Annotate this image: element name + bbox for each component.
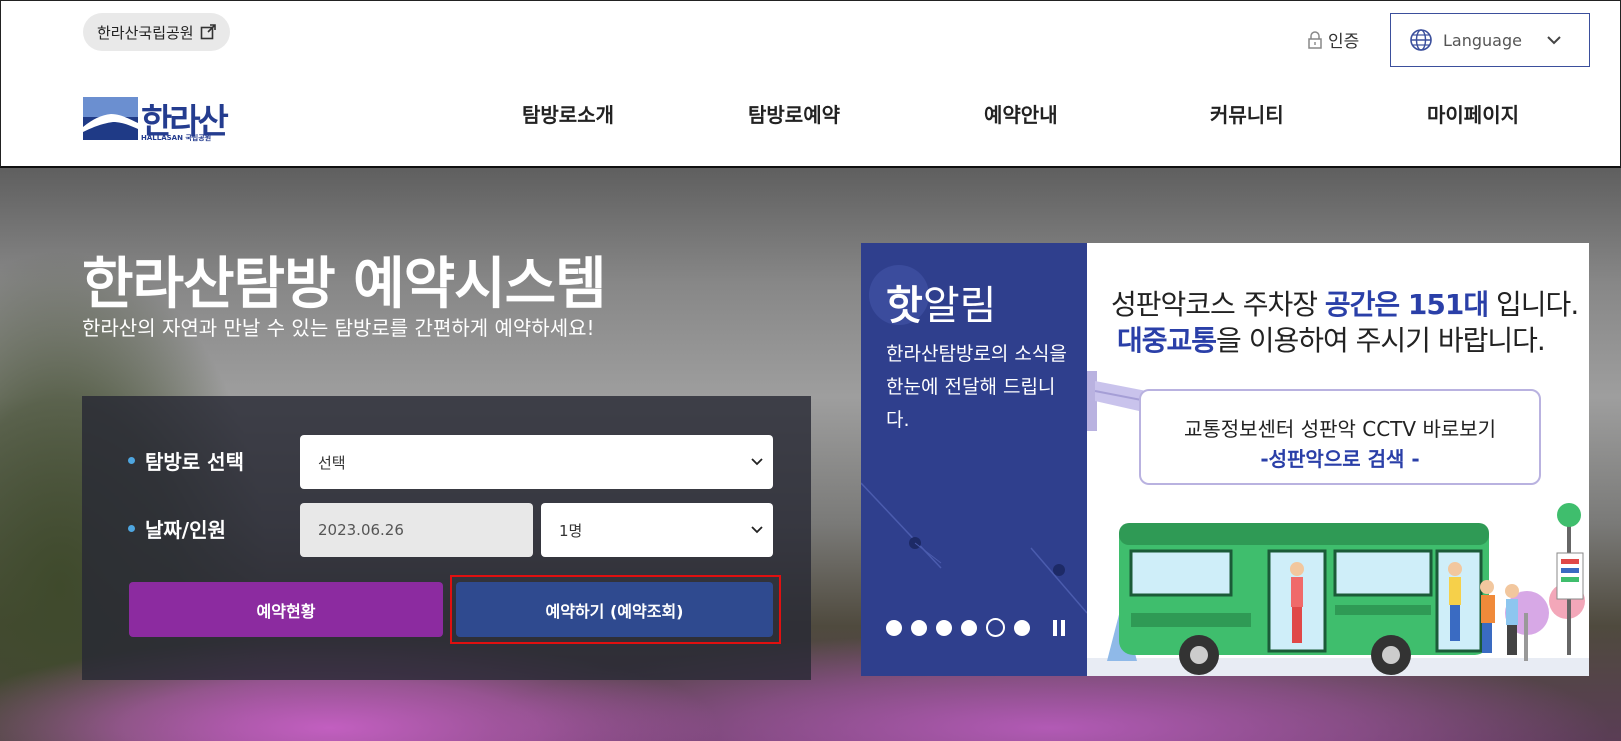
cctv-line2: -성판악으로 검색 - (1260, 447, 1420, 471)
slide-pagination (886, 618, 1065, 637)
bus-illustration-icon (1087, 503, 1589, 676)
language-select[interactable]: Language (1390, 13, 1590, 67)
nav-community[interactable]: 커뮤니티 (1210, 99, 1284, 128)
notice-banner[interactable]: 성판악코스 주차장 공간은 151대 입니다. 대중교통을 이용하여 주시기 바… (1087, 243, 1589, 676)
hallasan-park-link[interactable]: 한라산국립공원 (83, 13, 230, 51)
date-people-label: 날짜/인원 (128, 514, 226, 543)
language-label: Language (1443, 30, 1522, 50)
nav-trail-reservation[interactable]: 탐방로예약 (748, 99, 840, 128)
cctv-line1: 교통정보센터 성판악 CCTV 바로보기 (1183, 417, 1497, 441)
notice-description: 한라산탐방로의 소식을 한눈에 전달해 드립니다. (886, 343, 1067, 431)
slide-dot-3[interactable] (936, 619, 952, 636)
trail-label-text: 탐방로 선택 (145, 450, 244, 474)
nav-reservation-guide[interactable]: 예약안내 (984, 99, 1058, 128)
cctv-link-box[interactable]: 교통정보센터 성판악 CCTV 바로보기 -성판악으로 검색 - (1139, 389, 1541, 485)
highlight-box (450, 575, 781, 644)
status-button-label: 예약현황 (256, 601, 316, 621)
banner-line2: 대중교통을 이용하여 주시기 바랍니다. (1117, 319, 1546, 359)
nav-trail-intro[interactable]: 탐방로소개 (522, 99, 614, 128)
slide-dot-6[interactable] (1014, 619, 1030, 636)
slide-dot-4[interactable] (961, 619, 977, 636)
slide-dot-5[interactable] (986, 618, 1005, 637)
auth-label: 인증 (1328, 32, 1360, 52)
ext-link-label: 한라산국립공원 (97, 23, 194, 42)
page-subtitle: 한라산의 자연과 만날 수 있는 탐방로를 간편하게 예약하세요! (82, 316, 595, 340)
nav-mypage[interactable]: 마이페이지 (1427, 99, 1519, 128)
pause-icon[interactable] (1053, 619, 1065, 636)
date-input[interactable]: 2023.06.26 (300, 503, 533, 557)
chevron-down-icon (751, 526, 763, 534)
banner-line1-b: 입니다. (1488, 288, 1579, 321)
bullet-icon (128, 457, 135, 464)
banner-line1: 성판악코스 주차장 공간은 151대 입니다. (1111, 283, 1579, 323)
chevron-down-icon (751, 458, 763, 466)
notice-title: 핫알림 (886, 273, 996, 331)
banner-line1-highlight: 공간은 151대 (1324, 288, 1489, 321)
chevron-down-icon (1547, 36, 1561, 45)
trail-select[interactable]: 선택 (300, 435, 773, 489)
people-value: 1명 (559, 521, 583, 540)
banner-line2-b: 을 이용하여 주시기 바랍니다. (1216, 324, 1546, 357)
date-label-text: 날짜/인원 (145, 518, 226, 542)
globe-icon (1410, 29, 1432, 51)
site-header: 한라산국립공원 인증 Language 한라산 HALLASAN 국립공원 탐방… (0, 0, 1621, 168)
notice-title-hot: 핫 (886, 283, 923, 329)
slide-dot-2[interactable] (911, 619, 927, 636)
trail-select-value: 선택 (318, 453, 346, 472)
people-select[interactable]: 1명 (541, 503, 773, 557)
banner-line1-a: 성판악코스 주차장 (1111, 288, 1325, 321)
auth-link[interactable]: 인증 (1308, 27, 1359, 52)
slide-dot-1[interactable] (886, 619, 902, 636)
bullet-icon (128, 525, 135, 532)
page-title: 한라산탐방 예약시스템 (82, 252, 607, 317)
notice-info: 핫알림 한라산탐방로의 소식을 한눈에 전달해 드립니다. (861, 243, 1087, 676)
lock-icon (1308, 30, 1322, 49)
hot-notice-panel: 핫알림 한라산탐방로의 소식을 한눈에 전달해 드립니다. 성판악코스 주차장 … (861, 243, 1589, 676)
trail-select-label: 탐방로 선택 (128, 446, 244, 475)
external-link-icon (200, 24, 216, 40)
hero-section: 한라산탐방 예약시스템 한라산의 자연과 만날 수 있는 탐방로를 간편하게 예… (0, 168, 1621, 741)
logo-subtitle: HALLASAN 국립공원 (141, 134, 212, 142)
notice-title-rest: 알림 (922, 283, 997, 329)
banner-line2-highlight: 대중교통 (1117, 324, 1217, 357)
date-value: 2023.06.26 (318, 521, 404, 539)
reservation-form: 탐방로 선택 선택 날짜/인원 2023.06.26 1명 예약현황 예약하기 … (82, 396, 811, 680)
main-nav: 탐방로소개 탐방로예약 예약안내 커뮤니티 마이페이지 (1, 99, 1621, 133)
reservation-status-button[interactable]: 예약현황 (129, 582, 443, 637)
